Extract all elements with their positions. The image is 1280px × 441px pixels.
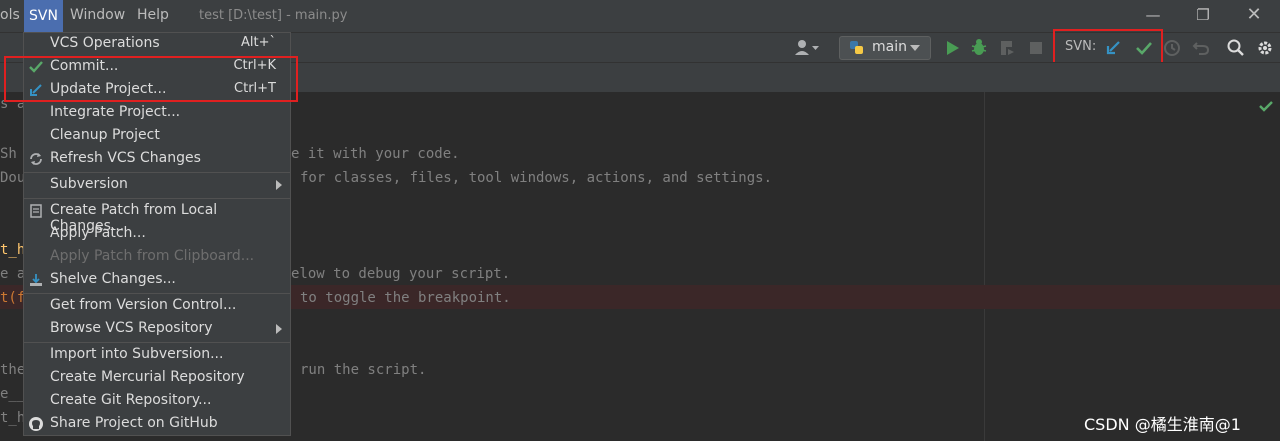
menu-item-create-mercurial-repository[interactable]: Create Mercurial Repository <box>24 367 290 390</box>
menu-window[interactable]: Window <box>70 7 125 23</box>
menu-item-label: VCS Operations <box>50 35 160 51</box>
menubar: ols SVN Window Help test [D:\test] - mai… <box>0 0 1280 32</box>
code-line: e a <box>0 266 26 282</box>
menu-item-shelve-changes[interactable]: Shelve Changes... <box>24 269 290 292</box>
debug-icon[interactable] <box>968 37 990 59</box>
menu-item-label: Apply Patch from Clipboard... <box>50 248 255 264</box>
history-icon[interactable] <box>1161 37 1183 59</box>
inspection-ok-icon[interactable] <box>1258 99 1274 113</box>
watermark: CSDN @橘生淮南@1 <box>1084 415 1241 434</box>
menu-item-label: Apply Patch... <box>50 225 146 241</box>
menu-item-label: Create Mercurial Repository <box>50 369 245 385</box>
submenu-arrow-icon <box>276 324 282 334</box>
code-line: t(f <box>0 290 26 306</box>
menu-item-browse-vcs-repository[interactable]: Browse VCS Repository <box>24 318 290 341</box>
menu-item-share-on-github[interactable]: Share Project on GitHub <box>24 413 290 436</box>
user-icon[interactable] <box>792 37 822 59</box>
github-icon <box>29 417 43 431</box>
rollback-icon[interactable] <box>1190 37 1212 59</box>
code-line: t_h <box>0 410 26 426</box>
refresh-icon <box>30 153 42 165</box>
run-configuration-select[interactable]: main <box>839 36 931 60</box>
shelve-icon <box>30 274 42 286</box>
menu-item-label: Create Git Repository... <box>50 392 212 408</box>
menu-item-label: Browse VCS Repository <box>50 320 213 336</box>
menu-item-vcs-operations[interactable]: VCS Operations Alt+` <box>24 33 290 56</box>
menu-help[interactable]: Help <box>137 7 169 23</box>
menu-item-apply-patch-clipboard: Apply Patch from Clipboard... <box>24 246 290 269</box>
menu-item-label: Subversion <box>50 176 128 192</box>
menu-item-apply-patch[interactable]: Apply Patch... <box>24 223 290 246</box>
menu-item-integrate-project[interactable]: Integrate Project... <box>24 102 290 125</box>
run-icon[interactable] <box>941 37 963 59</box>
menu-item-label: Integrate Project... <box>50 104 181 120</box>
chevron-down-icon <box>910 45 920 51</box>
menu-separator <box>24 198 290 199</box>
menu-item-label: Refresh VCS Changes <box>50 150 201 166</box>
menu-item-cleanup-project[interactable]: Cleanup Project <box>24 125 290 148</box>
menu-item-label: Shelve Changes... <box>50 271 176 287</box>
code-line: e it with your code. <box>291 146 460 162</box>
code-line: Dou <box>0 170 26 186</box>
coverage-icon[interactable] <box>996 37 1018 59</box>
menu-svn[interactable]: SVN <box>24 0 63 32</box>
code-line: Sh <box>0 146 17 162</box>
menu-item-create-patch[interactable]: Create Patch from Local Changes... <box>24 200 290 234</box>
code-line: to toggle the breakpoint. <box>300 290 511 306</box>
menu-item-label: Cleanup Project <box>50 127 160 143</box>
menu-item-get-from-vcs[interactable]: Get from Version Control... <box>24 295 290 318</box>
code-line: elow to debug your script. <box>291 266 511 282</box>
menu-tools[interactable]: ols <box>0 7 20 23</box>
patch-icon <box>30 204 42 218</box>
code-line: the <box>0 362 26 378</box>
menu-separator <box>24 342 290 343</box>
python-icon <box>850 41 863 54</box>
search-icon[interactable] <box>1225 37 1247 59</box>
menu-separator <box>24 172 290 173</box>
code-line: t_h <box>0 242 26 258</box>
run-configuration-label: main <box>872 39 907 55</box>
menu-item-label: Get from Version Control... <box>50 297 237 313</box>
menu-item-label: Import into Subversion... <box>50 346 224 362</box>
menu-item-refresh-vcs-changes[interactable]: Refresh VCS Changes <box>24 148 290 171</box>
menu-separator <box>24 293 290 294</box>
close-icon[interactable]: ✕ <box>1243 4 1265 26</box>
menu-item-shortcut: Alt+` <box>241 35 276 50</box>
commit-update-highlight <box>4 56 298 102</box>
menu-item-subversion[interactable]: Subversion <box>24 174 290 197</box>
stop-icon[interactable] <box>1025 37 1047 59</box>
restore-icon[interactable]: ❐ <box>1192 4 1214 26</box>
code-line: e__ <box>0 386 26 402</box>
menu-item-create-git-repository[interactable]: Create Git Repository... <box>24 390 290 413</box>
window-title: test [D:\test] - main.py <box>199 8 348 23</box>
code-line: for classes, files, tool windows, action… <box>300 170 773 186</box>
right-margin-guide <box>984 92 985 441</box>
menu-item-import-into-subversion[interactable]: Import into Subversion... <box>24 344 290 367</box>
code-line: run the script. <box>300 362 427 378</box>
settings-gear-icon[interactable] <box>1254 37 1276 59</box>
submenu-arrow-icon <box>276 180 282 190</box>
menu-item-label: Share Project on GitHub <box>50 415 218 431</box>
minimize-icon[interactable]: — <box>1142 4 1164 26</box>
